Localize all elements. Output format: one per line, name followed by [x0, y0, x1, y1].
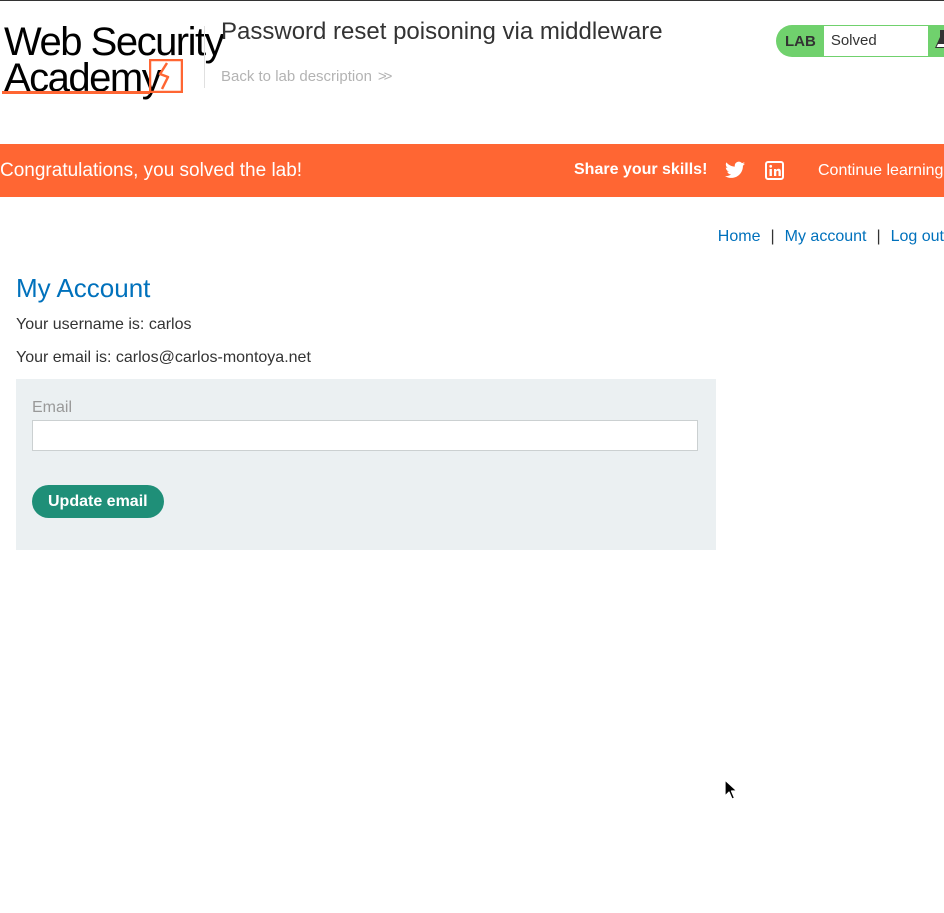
nav-separator: |	[876, 228, 881, 245]
double-chevron-right-icon: >>	[377, 68, 392, 85]
email-info: Your email is: carlos@carlos-montoya.net	[16, 349, 311, 366]
email-label: Email	[32, 399, 73, 416]
back-to-lab-description-link[interactable]: Back to lab description >>	[221, 68, 392, 85]
nav-home-link[interactable]: Home	[718, 228, 761, 245]
lab-status-widget: LAB Solved	[776, 25, 944, 57]
continue-learning-link[interactable]: Continue learning	[818, 162, 943, 180]
mouse-pointer-icon	[724, 779, 738, 800]
lab-solved-banner: Congratulations, you solved the lab! Sha…	[0, 144, 944, 197]
flask-icon	[928, 25, 944, 57]
nav-separator: |	[770, 228, 775, 245]
lab-title: Password reset poisoning via middleware	[221, 18, 663, 45]
lab-badge: LAB	[776, 25, 824, 57]
nav-log-out-link[interactable]: Log out	[891, 228, 944, 245]
share-skills-label: Share your skills!	[574, 161, 708, 178]
twitter-icon[interactable]	[725, 161, 745, 179]
banner-message: Congratulations, you solved the lab!	[0, 160, 303, 181]
back-link-label: Back to lab description	[221, 68, 372, 85]
page-title: My Account	[16, 273, 151, 303]
update-email-button[interactable]: Update email	[32, 485, 164, 518]
username-info: Your username is: carlos	[16, 316, 192, 333]
logo-bolt-icon	[149, 59, 183, 93]
linkedin-icon[interactable]	[765, 161, 784, 180]
nav-my-account-link[interactable]: My account	[785, 228, 867, 245]
logo-underline	[2, 91, 150, 94]
email-input[interactable]	[32, 420, 698, 451]
web-security-academy-logo[interactable]: Web Security Academy	[2, 22, 225, 98]
header-divider	[204, 26, 205, 88]
change-email-form: Email Update email	[16, 379, 716, 550]
lab-status-value: Solved	[823, 25, 929, 57]
page-header: Web Security Academy Password reset pois…	[0, 1, 944, 141]
top-navigation: Home | My account | Log out	[718, 228, 944, 246]
